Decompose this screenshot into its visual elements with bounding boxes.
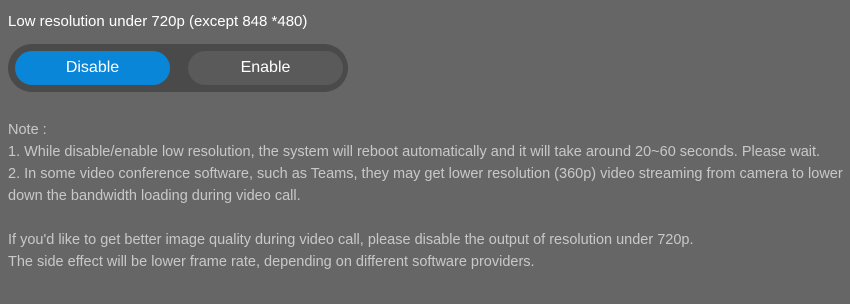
note-spacer — [8, 207, 846, 229]
note-section: Note : 1. While disable/enable low resol… — [8, 119, 846, 273]
disable-button[interactable]: Disable — [15, 51, 170, 85]
enable-button[interactable]: Enable — [188, 51, 343, 85]
setting-title: Low resolution under 720p (except 848 *4… — [8, 13, 308, 30]
note-tip-line-1: If you'd like to get better image qualit… — [8, 232, 694, 248]
note-item-1: 1. While disable/enable low resolution, … — [8, 144, 821, 160]
note-heading: Note : — [8, 122, 47, 138]
low-resolution-toggle: Disable Enable — [8, 44, 348, 92]
note-tip-line-2: The side effect will be lower frame rate… — [8, 254, 535, 270]
note-item-2: 2. In some video conference software, su… — [8, 166, 843, 204]
